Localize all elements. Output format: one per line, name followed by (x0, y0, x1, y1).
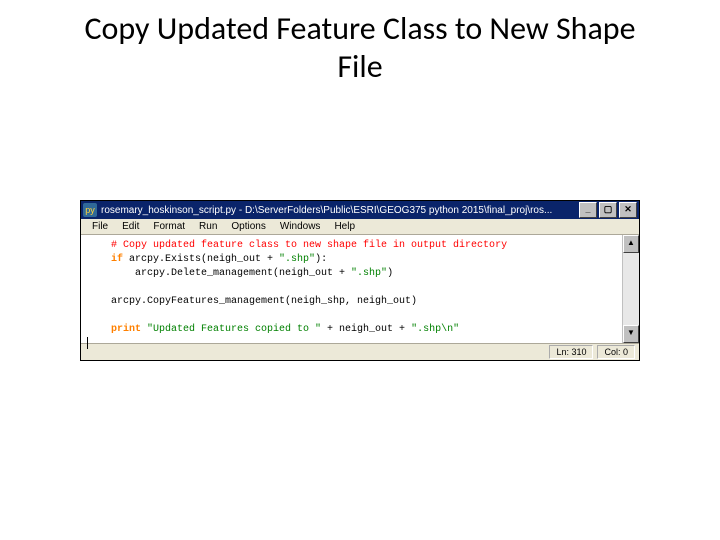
window-controls: _ ▢ ✕ (577, 202, 637, 218)
code-string: ".shp\n" (411, 324, 459, 335)
statusbar: Ln: 310 Col: 0 (81, 343, 639, 360)
editor-wrap: # Copy updated feature class to new shap… (81, 235, 639, 343)
code-text: arcpy.Exists(neigh_out + (123, 254, 279, 265)
minimize-button[interactable]: _ (579, 202, 597, 218)
close-button[interactable]: ✕ (619, 202, 637, 218)
maximize-button[interactable]: ▢ (599, 202, 617, 218)
code-string: ".shp" (351, 268, 387, 279)
titlebar[interactable]: py rosemary_hoskinson_script.py - D:\Ser… (81, 201, 639, 219)
code-editor[interactable]: # Copy updated feature class to new shap… (81, 235, 622, 343)
code-text: arcpy.CopyFeatures_management(neigh_shp,… (111, 296, 417, 307)
kw-print: print (111, 324, 141, 335)
python-icon: py (83, 203, 97, 217)
menu-format[interactable]: Format (146, 220, 192, 233)
code-comment: # Copy updated feature class to new shap… (111, 240, 507, 251)
code-string: "Updated Features copied to " (141, 324, 321, 335)
code-text: arcpy.Delete_management(neigh_out + (111, 268, 351, 279)
window-title: rosemary_hoskinson_script.py - D:\Server… (101, 205, 577, 216)
menu-help[interactable]: Help (327, 220, 362, 233)
kw-if: if (111, 254, 123, 265)
code-string: ".shp" (279, 254, 315, 265)
status-lncol: Ln: 310 (549, 345, 593, 359)
code-text: ) (387, 268, 393, 279)
scroll-up-button[interactable]: ▲ (623, 235, 639, 253)
menubar: File Edit Format Run Options Windows Hel… (81, 219, 639, 235)
menu-file[interactable]: File (85, 220, 115, 233)
text-cursor (87, 337, 88, 349)
scroll-down-button[interactable]: ▼ (623, 325, 639, 343)
idle-window: py rosemary_hoskinson_script.py - D:\Ser… (80, 200, 640, 361)
status-col: Col: 0 (597, 345, 635, 359)
menu-windows[interactable]: Windows (273, 220, 328, 233)
code-text: + neigh_out + (321, 324, 411, 335)
vertical-scrollbar[interactable]: ▲ ▼ (622, 235, 639, 343)
slide-title: Copy Updated Feature Class to New Shape … (0, 0, 720, 87)
menu-options[interactable]: Options (224, 220, 272, 233)
code-text: ): (315, 254, 327, 265)
menu-edit[interactable]: Edit (115, 220, 146, 233)
menu-run[interactable]: Run (192, 220, 224, 233)
